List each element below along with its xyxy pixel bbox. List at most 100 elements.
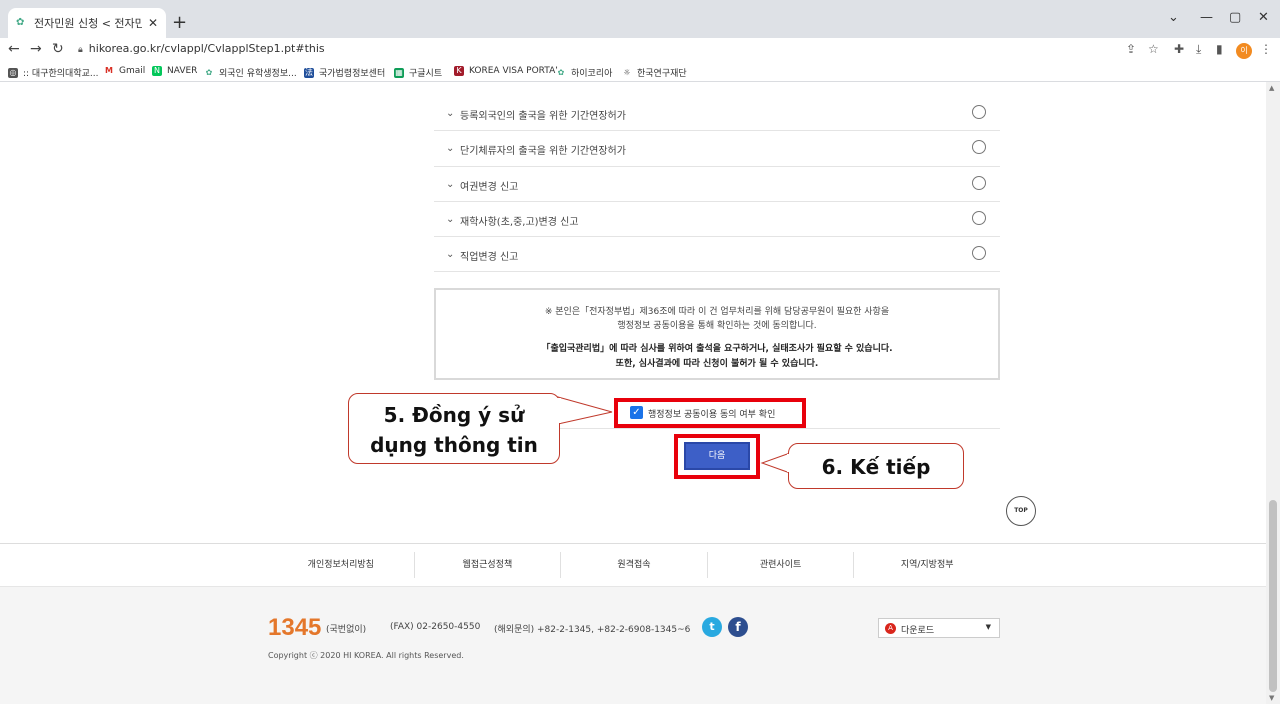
notice-line: 또한, 심사결과에 따라 신청이 불허가 될 수 있습니다.	[615, 359, 819, 369]
application-type-list: ⌄ 등록외국인의 출국을 위한 기간연장허가 ⌄ 단기체류자의 출국을 위한 기…	[434, 96, 1000, 273]
list-item[interactable]: ⌄ 등록외국인의 출국을 위한 기간연장허가	[434, 96, 1000, 132]
tab-title: 전자민원 신청 < 전자민원 < 하	[34, 17, 142, 30]
naver-icon: N	[152, 66, 162, 76]
consent-checkbox-highlight[interactable]: ✓ 행정정보 공동이용 동의 여부 확인	[614, 398, 806, 428]
forward-arrow-icon[interactable]: →	[30, 41, 42, 57]
chevron-down-icon[interactable]: ⌄	[446, 143, 454, 154]
url-text: hikorea.go.kr/cvlappl/CvlapplStep1.pt#th…	[88, 42, 325, 55]
bookmark-item[interactable]: ☼ 한국연구재단	[622, 66, 687, 79]
next-button[interactable]: 다음	[684, 442, 750, 470]
acrobat-icon: A	[885, 623, 896, 634]
footer	[0, 586, 1266, 704]
callout-6-pointer	[760, 452, 791, 474]
leaf-icon: ✿	[204, 67, 214, 78]
reload-icon[interactable]: ↻	[52, 41, 64, 57]
tab-search-icon[interactable]: ⌄	[1168, 10, 1179, 25]
bookmark-item[interactable]: ▦ 구글시트	[394, 66, 442, 79]
browser-tab[interactable]: ✿ 전자민원 신청 < 전자민원 < 하 ✕	[8, 8, 166, 38]
scroll-top-button[interactable]: TOP	[1006, 496, 1036, 526]
bookmark-item[interactable]: ✿ 외국인 유학생정보...	[204, 66, 297, 79]
lock-icon: 🔒︎	[78, 45, 83, 55]
restore-icon[interactable]: ▢	[1229, 10, 1241, 25]
scroll-up-icon[interactable]: ▲	[1269, 84, 1274, 92]
footer-link-privacy[interactable]: 개인정보처리방침	[268, 552, 414, 578]
consent-notice: ※ 본인은「전자정부법」제36조에 따라 이 건 업무처리를 위해 담당공무원이…	[434, 288, 1000, 380]
bookmark-item[interactable]: N NAVER	[152, 66, 197, 76]
radio-button[interactable]	[972, 105, 986, 119]
footer-menu: 개인정보처리방침 웹접근성정책 원격접속 관련사이트 지역/지방정부	[268, 552, 1000, 578]
footer-divider	[0, 543, 1266, 544]
minimize-icon[interactable]: —	[1200, 10, 1213, 25]
research-foundation-icon: ☼	[622, 67, 632, 78]
chevron-down-icon[interactable]: ⌄	[446, 179, 454, 190]
site-favicon-icon: ✿	[16, 17, 25, 28]
list-item[interactable]: ⌄ 직업변경 신고	[434, 237, 1000, 273]
callout-text: dụng thông tin	[370, 433, 538, 457]
notice-line: 행정정보 공동이용을 통해 확인하는 것에 동의합니다.	[617, 321, 817, 331]
overseas-contact: (해외문의) +82-2-1345, +82-2-6908-1345~6	[494, 625, 691, 635]
globe-icon: ◎	[8, 67, 18, 78]
browser-toolbar: ← → ↻ 🔒︎ hikorea.go.kr/cvlappl/CvlapplSte…	[0, 38, 1280, 62]
list-item[interactable]: ⌄ 여권변경 신고	[434, 167, 1000, 202]
back-arrow-icon[interactable]: ←	[8, 41, 20, 57]
footer-link-accessibility[interactable]: 웹접근성정책	[413, 552, 561, 578]
copyright-text: Copyright ⓒ 2020 HI KOREA. All rights Re…	[268, 651, 464, 660]
bookmark-item[interactable]: ◎:: 대구한의대학교...	[8, 66, 98, 79]
menu-kebab-icon[interactable]: ⋮	[1260, 42, 1272, 56]
radio-button[interactable]	[972, 175, 986, 190]
scrollbar-thumb[interactable]	[1269, 500, 1277, 692]
list-item-label: 직업변경 신고	[460, 252, 519, 264]
fax-number: (FAX) 02-2650-4550	[390, 622, 481, 632]
footer-link-related-sites[interactable]: 관련사이트	[706, 552, 854, 578]
close-window-icon[interactable]: ✕	[1258, 10, 1269, 25]
new-tab-icon[interactable]: +	[172, 14, 187, 32]
callout-text: 5. Đồng ý sử	[383, 403, 525, 427]
notice-line: 「출입국관리법」에 따라 심사를 위하여 출석을 요구하거나, 실태조사가 필요…	[541, 344, 893, 354]
list-item-label: 재학사항(초,중,고)변경 신고	[460, 216, 579, 228]
twitter-icon[interactable]: t	[702, 617, 722, 637]
list-item[interactable]: ⌄ 단기체류자의 출국을 위한 기간연장허가	[434, 131, 1000, 167]
bookmark-item[interactable]: K KOREA VISA PORTAL	[454, 66, 560, 76]
radio-button[interactable]	[972, 246, 986, 261]
bookmark-item[interactable]: ✿ 하이코리아	[556, 66, 612, 79]
facebook-icon[interactable]: f	[728, 617, 748, 637]
download-icon[interactable]: ⤓	[1196, 42, 1201, 57]
profile-avatar[interactable]: 이	[1236, 43, 1252, 59]
radio-button[interactable]	[972, 140, 986, 155]
radio-button[interactable]	[972, 210, 986, 225]
bookmark-item[interactable]: 法 국가법령정보센터	[304, 66, 385, 79]
chevron-down-icon[interactable]: ⌄	[446, 249, 454, 260]
bookmarks-bar: ◎:: 대구한의대학교... M Gmail N NAVER ✿ 외국인 유학생정보.…	[0, 62, 1280, 82]
notice-line: ※ 본인은「전자정부법」제36조에 따라 이 건 업무처리를 위해 담당공무원이…	[544, 307, 890, 317]
footer-link-remote[interactable]: 원격접속	[560, 552, 707, 578]
close-tab-icon[interactable]: ✕	[148, 16, 158, 30]
law-center-icon: 法	[304, 67, 314, 78]
list-item[interactable]: ⌄ 재학사항(초,중,고)변경 신고	[434, 202, 1000, 238]
callout-step-5: 5. Đồng ý sử dụng thông tin	[348, 393, 560, 464]
callout-step-6: 6. Kế tiếp	[788, 443, 964, 489]
list-item-label: 여권변경 신고	[460, 181, 519, 193]
scroll-down-icon[interactable]: ▼	[1269, 694, 1274, 702]
chevron-down-icon[interactable]: ⌄	[446, 108, 454, 119]
consent-checkbox[interactable]: ✓	[630, 406, 643, 419]
download-dropdown[interactable]: A 다운로드 ▼	[878, 618, 1000, 638]
chevron-down-icon[interactable]: ⌄	[446, 214, 454, 225]
footer-link-local-government[interactable]: 지역/지방정부	[853, 552, 1000, 578]
address-bar[interactable]: 🔒︎ hikorea.go.kr/cvlappl/CvlapplStep1.pt#…	[78, 42, 325, 55]
list-item-label: 등록외국인의 출국을 위한 기간연장허가	[460, 111, 626, 122]
callout-5-pointer	[557, 396, 613, 425]
hotline-number: 1345	[268, 614, 322, 641]
bookmark-item[interactable]: M Gmail	[104, 66, 145, 76]
hotline-note: (국번없이)	[326, 625, 367, 635]
list-item-label: 단기체류자의 출국을 위한 기간연장허가	[460, 146, 626, 158]
caret-down-icon: ▼	[985, 623, 991, 631]
visa-portal-icon: K	[454, 66, 464, 76]
bookmark-star-icon[interactable]: ☆	[1148, 42, 1159, 56]
sheets-icon: ▦	[394, 67, 404, 78]
extensions-icon[interactable]: ✚	[1174, 42, 1184, 56]
tab-bar: ✿ 전자민원 신청 < 전자민원 < 하 ✕ + ⌄ — ▢ ✕	[0, 0, 1280, 38]
side-panel-icon[interactable]: ▮	[1216, 42, 1223, 56]
download-label: 다운로드	[901, 626, 935, 636]
leaf-icon: ✿	[556, 67, 566, 78]
share-icon[interactable]: ⇪	[1126, 42, 1136, 56]
